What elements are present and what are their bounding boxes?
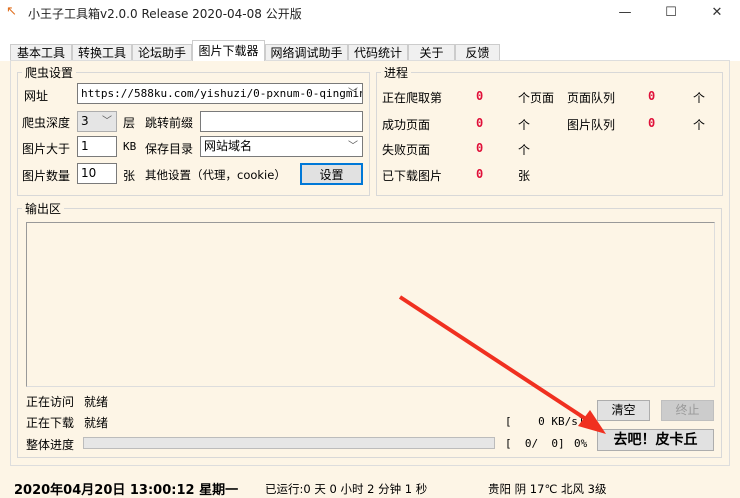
datetime: 2020年04月20日 13:00:12 星期一 — [14, 483, 239, 498]
tab-image-downloader[interactable]: 图片下载器 — [192, 40, 265, 61]
red-arrow-annotation — [398, 295, 606, 434]
